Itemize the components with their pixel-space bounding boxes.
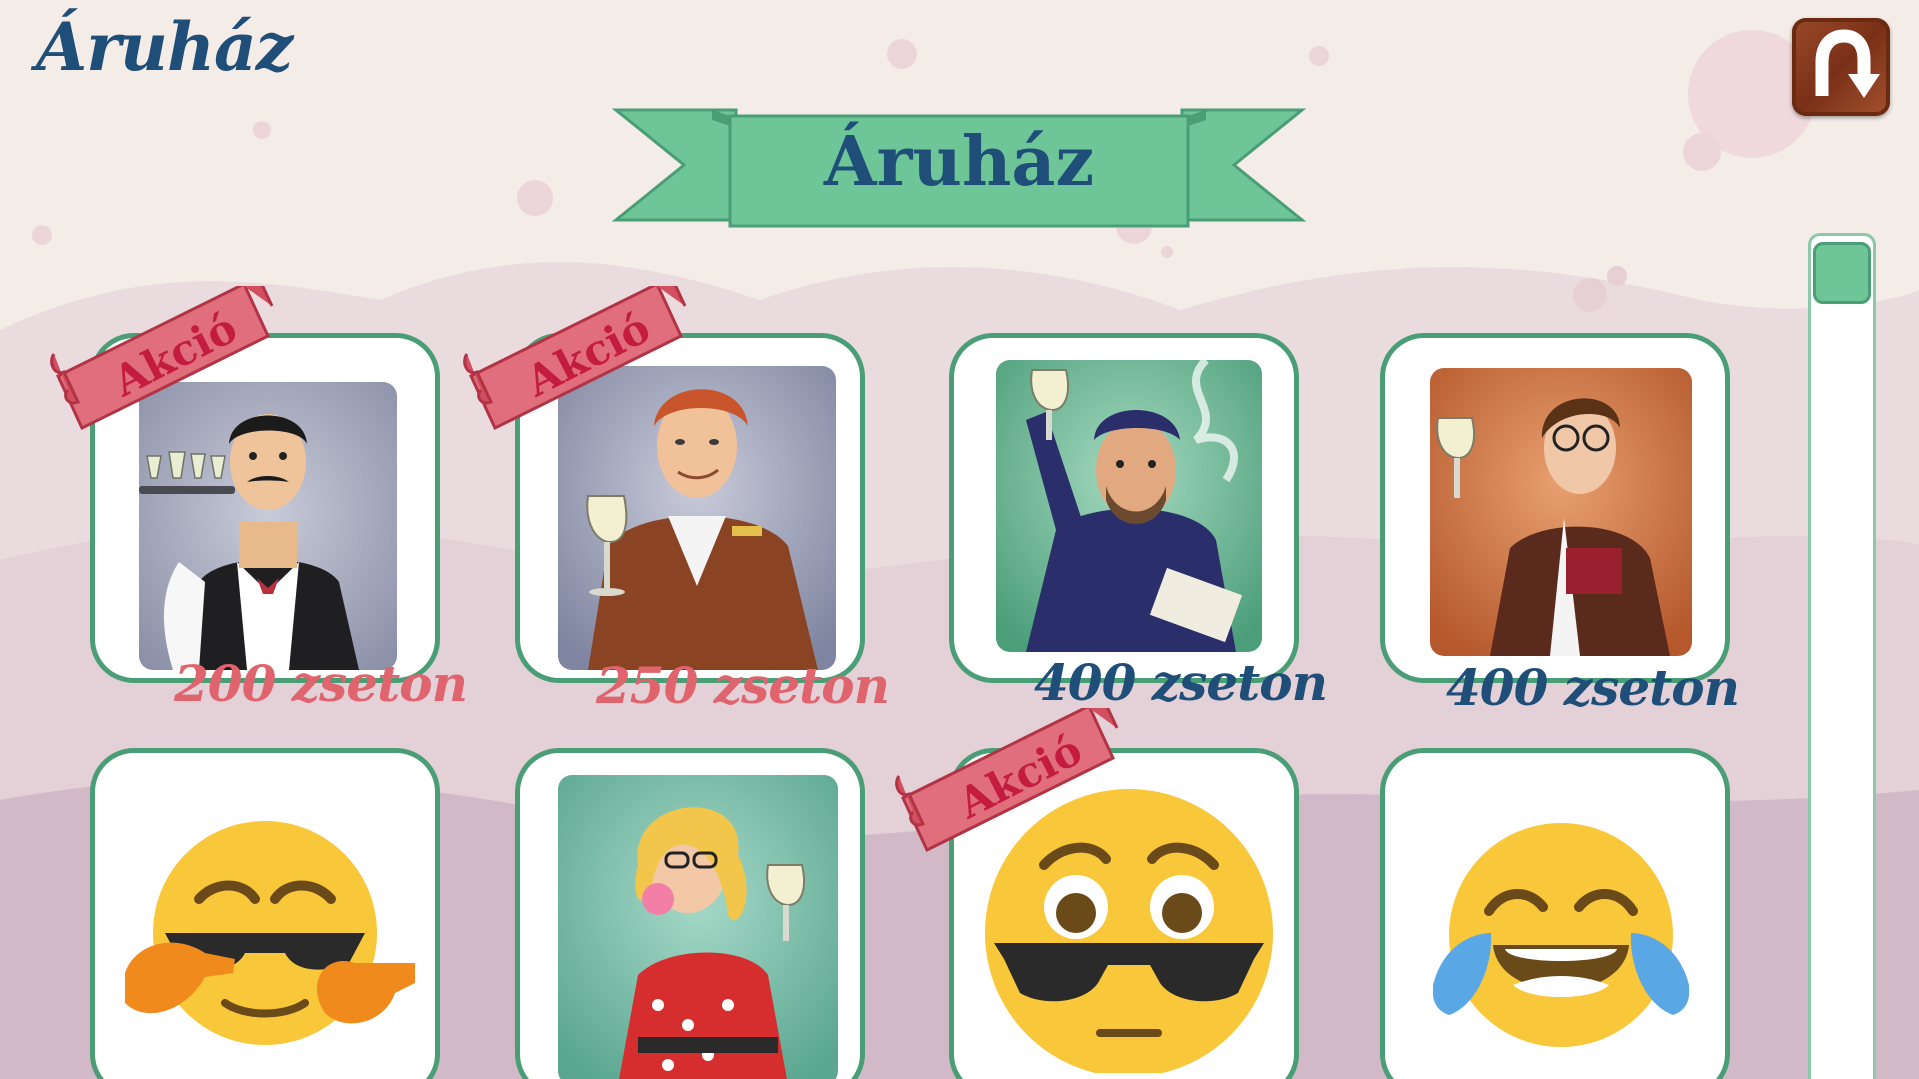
shop-banner: Áruház (611, 104, 1307, 234)
shop-item-sommelier[interactable] (1380, 333, 1730, 683)
u-turn-arrow-icon (1815, 29, 1880, 98)
item-price: 400 zseton (1034, 653, 1328, 712)
waiter-avatar (139, 382, 397, 670)
item-price: 200 zseton (174, 654, 468, 713)
back-button[interactable] (1792, 18, 1890, 116)
pinup-girl-avatar (558, 775, 838, 1079)
shop-item-pinup-girl[interactable] (515, 748, 865, 1079)
shop-item-salesman[interactable] (515, 333, 865, 683)
cool-emoji-icon (125, 821, 415, 1045)
scrollbar-track[interactable] (1808, 233, 1876, 1079)
scrollbar-thumb[interactable] (1813, 242, 1871, 304)
laughing-tears-emoji-icon (1433, 823, 1689, 1047)
shop-item-laughing-tears-emoji[interactable] (1380, 748, 1730, 1079)
worker-avatar (996, 360, 1262, 652)
item-price: 400 zseton (1446, 658, 1740, 717)
shop-item-waiter[interactable] (90, 333, 440, 683)
banner-title: Áruház (823, 122, 1095, 202)
item-price: 250 zseton (596, 656, 890, 715)
sunglasses-emoji-icon (985, 789, 1273, 1073)
sommelier-avatar (1430, 368, 1692, 656)
shop-item-sunglasses-emoji[interactable] (949, 748, 1299, 1079)
salesman-avatar (558, 366, 836, 670)
page-title: Áruház (36, 8, 293, 86)
shop-item-cool-emoji[interactable] (90, 748, 440, 1079)
shop-item-worker[interactable] (949, 333, 1299, 683)
